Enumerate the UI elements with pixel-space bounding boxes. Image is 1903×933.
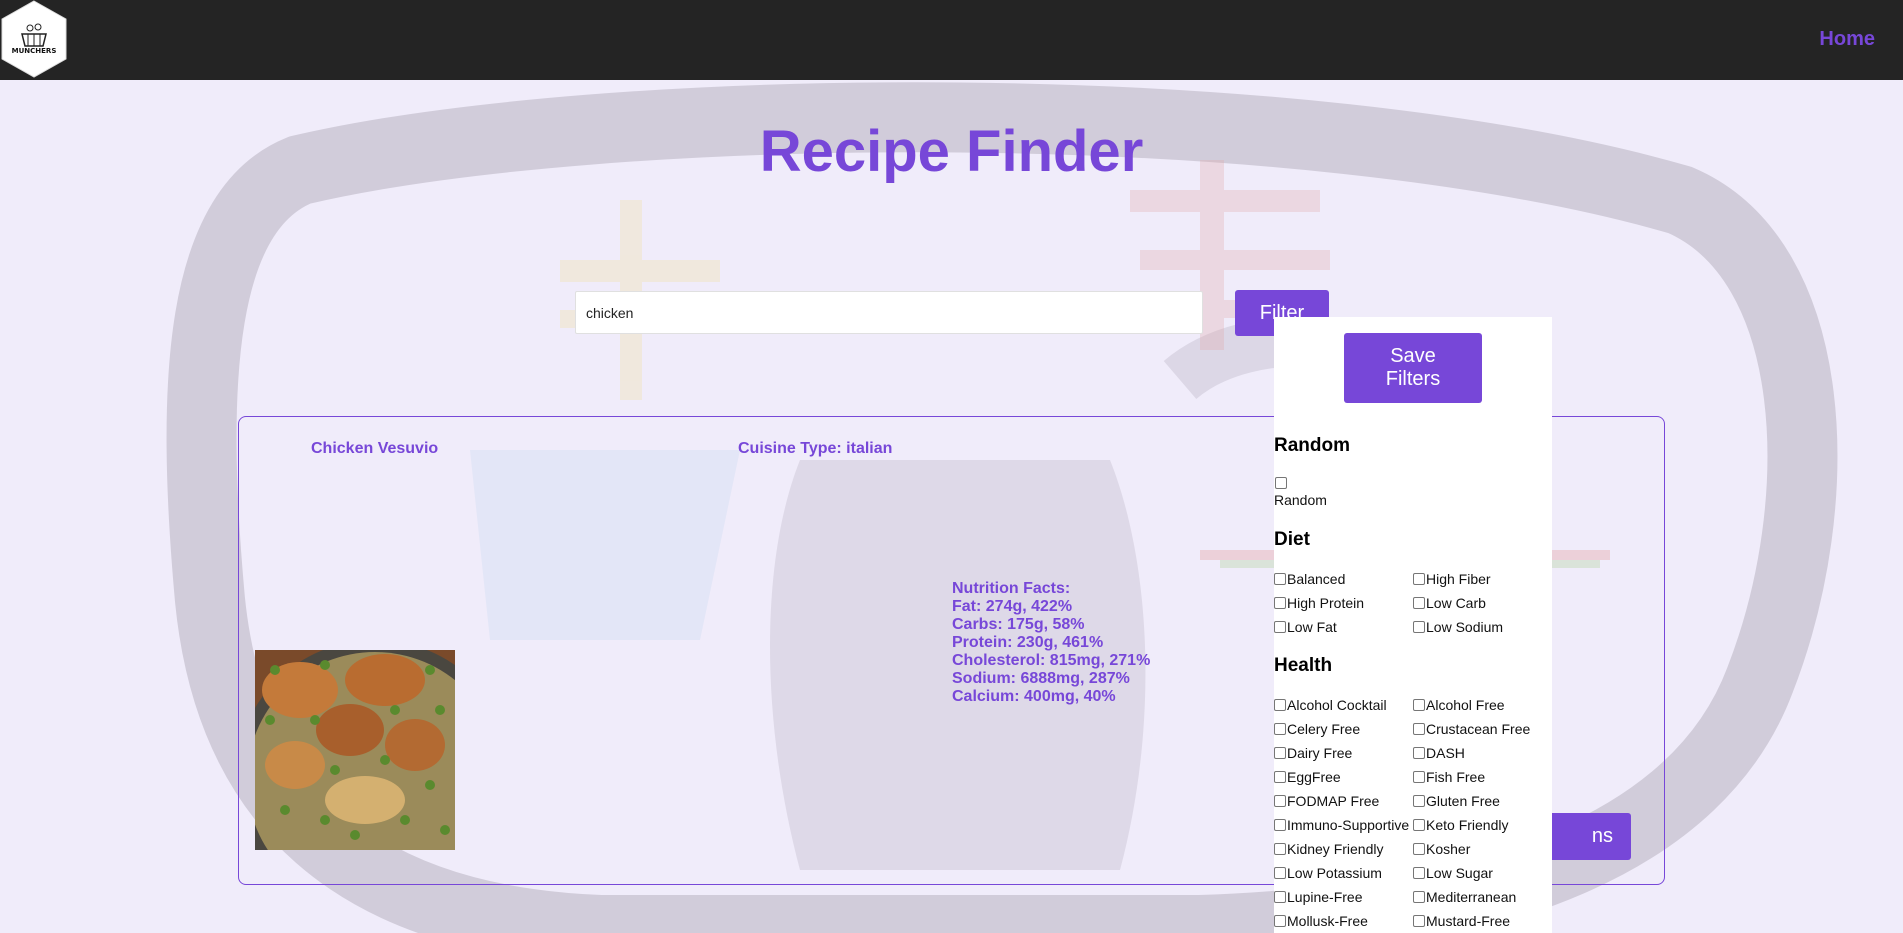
health-option-crustacean-free[interactable]: Crustacean Free	[1413, 720, 1530, 738]
checkbox[interactable]	[1274, 843, 1286, 855]
nutrition-calcium: Calcium: 400mg, 40%	[952, 688, 1116, 705]
nav-home-link[interactable]: Home	[1819, 28, 1875, 51]
checkbox[interactable]	[1274, 915, 1286, 927]
nutrition-cholesterol: Cholesterol: 815mg, 271%	[952, 652, 1151, 669]
recipe-name[interactable]: Chicken Vesuvio	[311, 440, 438, 458]
health-option-mediterranean[interactable]: Mediterranean	[1413, 888, 1516, 906]
nutrition-fat: Fat: 274g, 422%	[952, 598, 1073, 615]
diet-option-high-protein[interactable]: High Protein	[1274, 594, 1364, 612]
checkbox[interactable]	[1274, 867, 1286, 879]
health-option-fodmap-free[interactable]: FODMAP Free	[1274, 792, 1379, 810]
checkbox[interactable]	[1274, 795, 1286, 807]
cuisine-type: Cuisine Type: italian	[738, 440, 893, 457]
search-input[interactable]	[575, 291, 1203, 334]
nutrition-facts: Nutrition Facts: Fat: 274g, 422% Carbs: …	[952, 580, 1150, 706]
checkbox[interactable]	[1413, 597, 1425, 609]
diet-option-low-carb[interactable]: Low Carb	[1413, 594, 1486, 612]
health-option-low-potassium[interactable]: Low Potassium	[1274, 864, 1382, 882]
munchers-logo[interactable]: MUNCHERS	[0, 0, 68, 78]
health-option-mollusk-free[interactable]: Mollusk-Free	[1274, 912, 1368, 930]
health-option-kosher[interactable]: Kosher	[1413, 840, 1470, 858]
checkbox[interactable]	[1413, 891, 1425, 903]
checkbox[interactable]	[1274, 597, 1286, 609]
checkbox[interactable]	[1413, 795, 1425, 807]
checkbox[interactable]	[1413, 915, 1425, 927]
health-option-kidney-friendly[interactable]: Kidney Friendly	[1274, 840, 1384, 858]
health-section-title: Health	[1274, 655, 1333, 676]
checkbox[interactable]	[1413, 699, 1425, 711]
nutrition-heading: Nutrition Facts:	[952, 580, 1071, 597]
checkbox[interactable]	[1413, 573, 1425, 585]
health-option-dairy-free[interactable]: Dairy Free	[1274, 744, 1352, 762]
checkbox[interactable]	[1274, 621, 1286, 633]
checkbox[interactable]	[1274, 891, 1286, 903]
logo-hexagon-icon	[1, 0, 67, 78]
health-option-low-sugar[interactable]: Low Sugar	[1413, 864, 1493, 882]
checkbox[interactable]	[1413, 843, 1425, 855]
checkbox[interactable]	[1413, 867, 1425, 879]
page-title: Recipe Finder	[759, 119, 1144, 184]
health-option-immuno-supportive[interactable]: Immuno-Supportive	[1274, 816, 1409, 834]
nutrition-protein: Protein: 230g, 461%	[952, 634, 1104, 651]
random-checkbox-label: Random	[1274, 492, 1327, 508]
top-navbar: MUNCHERS Home	[0, 0, 1903, 80]
checkbox[interactable]	[1274, 819, 1286, 831]
health-option-egg-free[interactable]: EggFree	[1274, 768, 1341, 786]
random-checkbox[interactable]	[1275, 477, 1287, 489]
diet-option-balanced[interactable]: Balanced	[1274, 570, 1345, 588]
nutrition-sodium: Sodium: 6888mg, 287%	[952, 670, 1130, 687]
diet-option-low-sodium[interactable]: Low Sodium	[1413, 618, 1503, 636]
checkbox[interactable]	[1274, 699, 1286, 711]
checkbox[interactable]	[1413, 723, 1425, 735]
health-option-dash[interactable]: DASH	[1413, 744, 1465, 762]
recipe-photo-image	[255, 650, 455, 850]
checkbox[interactable]	[1274, 573, 1286, 585]
save-filters-button[interactable]: Save Filters	[1344, 333, 1482, 403]
nutrition-carbs: Carbs: 175g, 58%	[952, 616, 1085, 633]
diet-section-title: Diet	[1274, 529, 1310, 550]
checkbox[interactable]	[1274, 723, 1286, 735]
checkbox[interactable]	[1413, 621, 1425, 633]
diet-option-high-fiber[interactable]: High Fiber	[1413, 570, 1491, 588]
recipe-image[interactable]	[255, 650, 455, 850]
logo-text: MUNCHERS	[11, 47, 57, 55]
health-option-celery-free[interactable]: Celery Free	[1274, 720, 1360, 738]
checkbox[interactable]	[1274, 747, 1286, 759]
checkbox[interactable]	[1413, 771, 1425, 783]
checkbox[interactable]	[1413, 819, 1425, 831]
health-option-mustard-free[interactable]: Mustard-Free	[1413, 912, 1510, 930]
checkbox[interactable]	[1413, 747, 1425, 759]
health-option-fish-free[interactable]: Fish Free	[1413, 768, 1485, 786]
health-option-alcohol-free[interactable]: Alcohol Free	[1413, 696, 1505, 714]
diet-option-low-fat[interactable]: Low Fat	[1274, 618, 1337, 636]
filter-panel: Save Filters Random Random Diet Balanced…	[1274, 317, 1552, 933]
health-option-gluten-free[interactable]: Gluten Free	[1413, 792, 1500, 810]
health-option-keto-friendly[interactable]: Keto Friendly	[1413, 816, 1508, 834]
checkbox[interactable]	[1274, 771, 1286, 783]
health-option-alcohol-cocktail[interactable]: Alcohol Cocktail	[1274, 696, 1387, 714]
random-section-title: Random	[1274, 435, 1350, 456]
health-option-lupine-free[interactable]: Lupine-Free	[1274, 888, 1363, 906]
